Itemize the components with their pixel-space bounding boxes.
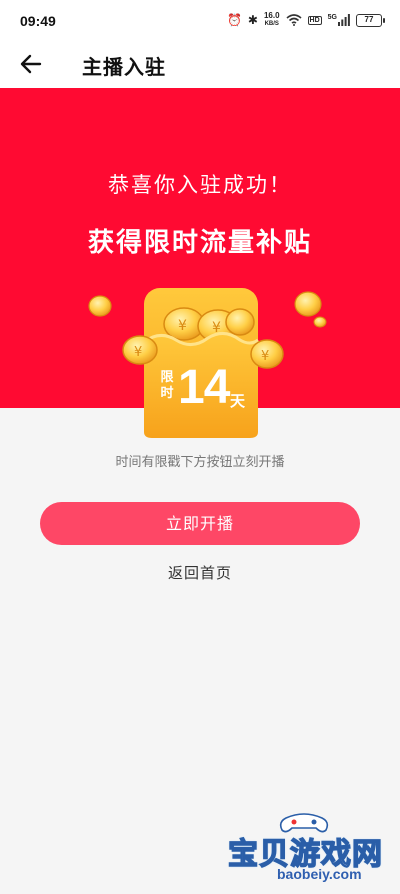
wifi-icon (286, 14, 302, 26)
network-speed-value: 16.0 (263, 11, 280, 20)
network-speed-unit: KB/S (264, 21, 279, 27)
back-home-link[interactable]: 返回首页 (0, 562, 400, 583)
limit-days: 14 (178, 361, 230, 414)
svg-text:¥: ¥ (134, 345, 142, 360)
status-bar: 09:49 ⏰ ✱ 16.0 KB/S HD 5G 77 (0, 0, 400, 40)
watermark: 宝贝游戏网 baobeiy.com (222, 812, 392, 890)
start-live-button[interactable]: 立即开播 (40, 502, 360, 545)
signal-icon (338, 14, 350, 26)
network-type-label: 5G (327, 14, 337, 21)
reward-headline: 获得限时流量补贴 (87, 228, 312, 258)
side-coin-right: ¥ (250, 339, 284, 369)
bluetooth-icon: ✱ (247, 13, 258, 27)
reward-badge: 限时 14 天 (148, 361, 258, 426)
alarm-icon: ⏰ (226, 13, 242, 27)
hd-badge: HD (307, 15, 322, 25)
page-title: 主播入驻 (82, 55, 166, 79)
back-arrow-icon[interactable] (18, 52, 44, 76)
network-speed: 16.0 KB/S (264, 12, 280, 28)
svg-text:¥: ¥ (178, 318, 187, 334)
status-time: 09:49 (20, 13, 56, 29)
floating-coin-left (88, 295, 112, 317)
side-coin-left: ¥ (122, 335, 158, 365)
svg-text:¥: ¥ (261, 349, 269, 364)
battery-icon: 77 (356, 13, 385, 27)
limit-label: 限时 (160, 370, 174, 401)
status-icons: ⏰ ✱ 16.0 KB/S HD 5G 77 (226, 12, 385, 28)
congrats-text: 恭喜你入驻成功！ (108, 173, 292, 197)
floating-coin-small (313, 316, 327, 328)
hint-text: 时间有限戳下方按钮立刻开播 (115, 455, 285, 470)
limit-unit: 天 (230, 392, 246, 410)
nav-bar: 主播入驻 (0, 40, 400, 88)
floating-coin-right (294, 291, 322, 317)
watermark-url: baobeiy.com (277, 866, 362, 882)
network-type: 5G (328, 14, 350, 26)
